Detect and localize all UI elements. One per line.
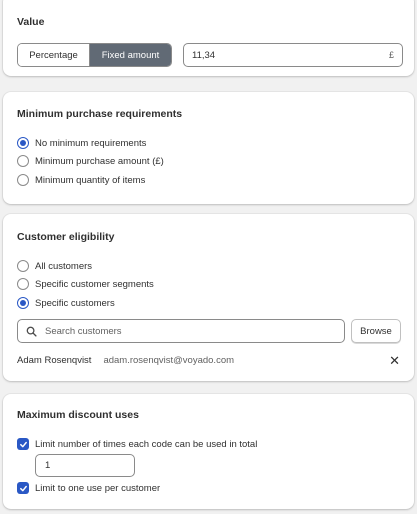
limit-total-label: Limit number of times each code can be u… bbox=[35, 438, 258, 450]
radio-label: No minimum requirements bbox=[35, 137, 147, 149]
amount-field[interactable]: 11,34 £ bbox=[183, 43, 403, 67]
radio-label: Minimum purchase amount (£) bbox=[35, 155, 164, 167]
radio-label: Specific customer segments bbox=[35, 278, 154, 290]
minimum-purchase-title: Minimum purchase requirements bbox=[17, 108, 183, 120]
radio-label: Minimum quantity of items bbox=[35, 174, 146, 186]
value-title: Value bbox=[17, 16, 45, 28]
radio-button[interactable] bbox=[17, 155, 29, 167]
minimum-purchase-card: Minimum purchase requirements No minimum… bbox=[3, 92, 414, 204]
radio-minimum-amount[interactable]: Minimum purchase amount (£) bbox=[17, 155, 164, 167]
radio-button[interactable] bbox=[17, 137, 29, 149]
one-per-customer-checkbox-row[interactable]: Limit to one use per customer bbox=[17, 482, 160, 494]
customer-name: Adam Rosenqvist bbox=[17, 355, 92, 366]
one-per-customer-label: Limit to one use per customer bbox=[35, 482, 161, 494]
usage-limit-input[interactable]: 1 bbox=[35, 454, 135, 477]
fixed-amount-button[interactable]: Fixed amount bbox=[90, 44, 171, 66]
browse-button[interactable]: Browse bbox=[351, 319, 401, 343]
search-icon bbox=[26, 326, 37, 337]
selected-customer-row: Adam Rosenqvist adam.rosenqvist@voyado.c… bbox=[17, 354, 402, 367]
usage-limit-value: 1 bbox=[45, 460, 51, 471]
customer-email: adam.rosenqvist@voyado.com bbox=[103, 355, 235, 366]
value-card: Value Percentage Fixed amount 11,34 £ bbox=[3, 0, 414, 76]
amount-value: 11,34 bbox=[192, 49, 216, 61]
checkbox-checked[interactable] bbox=[17, 482, 29, 494]
radio-button[interactable] bbox=[17, 297, 29, 309]
radio-button[interactable] bbox=[17, 260, 29, 272]
radio-button[interactable] bbox=[17, 278, 29, 290]
radio-button[interactable] bbox=[17, 174, 29, 186]
checkmark-icon bbox=[19, 485, 27, 491]
checkbox-checked[interactable] bbox=[17, 438, 29, 450]
currency-suffix: £ bbox=[388, 50, 394, 60]
customer-eligibility-card: Customer eligibility All customers Speci… bbox=[3, 214, 414, 381]
percentage-button[interactable]: Percentage bbox=[18, 44, 90, 66]
radio-minimum-quantity[interactable]: Minimum quantity of items bbox=[17, 174, 145, 186]
radio-label: Specific customers bbox=[35, 297, 115, 309]
customer-search-field[interactable] bbox=[17, 319, 345, 343]
maximum-uses-title: Maximum discount uses bbox=[17, 409, 139, 421]
radio-all-customers[interactable]: All customers bbox=[17, 260, 92, 272]
checkmark-icon bbox=[19, 441, 27, 447]
limit-total-checkbox-row[interactable]: Limit number of times each code can be u… bbox=[17, 438, 257, 450]
close-icon[interactable]: ✕ bbox=[389, 354, 402, 367]
radio-customer-segments[interactable]: Specific customer segments bbox=[17, 278, 154, 290]
discount-type-segmented-control: Percentage Fixed amount bbox=[17, 43, 172, 67]
customer-eligibility-title: Customer eligibility bbox=[17, 231, 115, 243]
radio-no-minimum[interactable]: No minimum requirements bbox=[17, 137, 146, 149]
maximum-uses-card: Maximum discount uses Limit number of ti… bbox=[3, 394, 414, 509]
radio-specific-customers[interactable]: Specific customers bbox=[17, 297, 115, 309]
radio-label: All customers bbox=[35, 260, 93, 272]
customer-search-input[interactable] bbox=[45, 325, 336, 337]
